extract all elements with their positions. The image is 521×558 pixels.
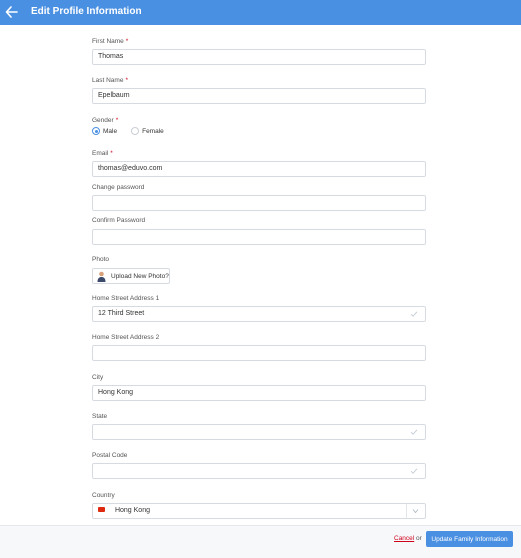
last-name-label: Last Name *	[92, 77, 128, 84]
country-label: Country	[92, 492, 115, 499]
country-select[interactable]: Hong Kong	[92, 503, 426, 519]
confirm-password-input[interactable]	[92, 229, 426, 245]
cancel-link[interactable]: Cancel	[394, 535, 414, 542]
city-label: City	[92, 374, 104, 381]
page-title: Edit Profile Information	[31, 6, 142, 17]
gender-male-label[interactable]: Male	[103, 128, 117, 135]
avatar	[97, 271, 106, 282]
profile-form: First Name * Thomas Last Name * Epelbaum G…	[0, 25, 521, 525]
check-icon	[410, 311, 418, 317]
city-input[interactable]: Hong Kong	[92, 385, 426, 401]
upload-photo-label: Upload New Photo?	[111, 272, 169, 280]
state-input[interactable]	[92, 424, 426, 440]
home-address-1-label: Home Street Address 1	[92, 295, 160, 302]
change-password-input[interactable]	[92, 195, 426, 211]
required-marker: *	[125, 77, 128, 84]
gender-radio-group: Male Female	[92, 127, 178, 135]
last-name-input[interactable]: Epelbaum	[92, 88, 426, 104]
home-address-2-label: Home Street Address 2	[92, 334, 160, 341]
gender-female-label[interactable]: Female	[142, 128, 164, 135]
country-value: Hong Kong	[114, 507, 150, 514]
email-input[interactable]: thomas@eduvo.com	[92, 161, 426, 177]
photo-label: Photo	[92, 256, 109, 263]
first-name-input[interactable]: Thomas	[92, 49, 426, 65]
or-text: or	[416, 535, 422, 542]
required-marker: *	[110, 150, 113, 157]
hong-kong-flag-icon	[98, 506, 105, 512]
gender-male-radio[interactable]	[92, 127, 100, 135]
confirm-password-label: Confirm Password	[92, 217, 146, 224]
gender-label: Gender *	[92, 117, 119, 124]
gender-female-radio[interactable]	[131, 127, 140, 135]
postal-code-input[interactable]	[92, 463, 426, 479]
home-address-1-input[interactable]: 12 Third Street	[92, 306, 426, 322]
state-label: State	[92, 413, 108, 420]
home-address-2-input[interactable]	[92, 345, 426, 361]
home-address-1-value: 12 Third Street	[98, 310, 145, 317]
email-label: Email *	[92, 150, 113, 157]
postal-code-label: Postal Code	[92, 452, 128, 459]
upload-photo-button[interactable]: Upload New Photo?	[92, 268, 170, 284]
select-divider	[406, 504, 407, 518]
header-bar: Edit Profile Information	[0, 0, 521, 25]
required-marker: *	[115, 117, 119, 124]
change-password-label: Change password	[92, 184, 145, 191]
chevron-down-icon[interactable]	[412, 508, 419, 514]
form-footer: Cancel or Update Family Information	[0, 525, 521, 558]
arrow-left-icon[interactable]	[5, 3, 19, 21]
check-icon	[410, 468, 418, 474]
required-marker: *	[125, 38, 129, 45]
first-name-label: First Name *	[92, 38, 129, 45]
check-icon	[410, 429, 418, 435]
update-family-information-button[interactable]: Update Family Information	[426, 531, 513, 547]
